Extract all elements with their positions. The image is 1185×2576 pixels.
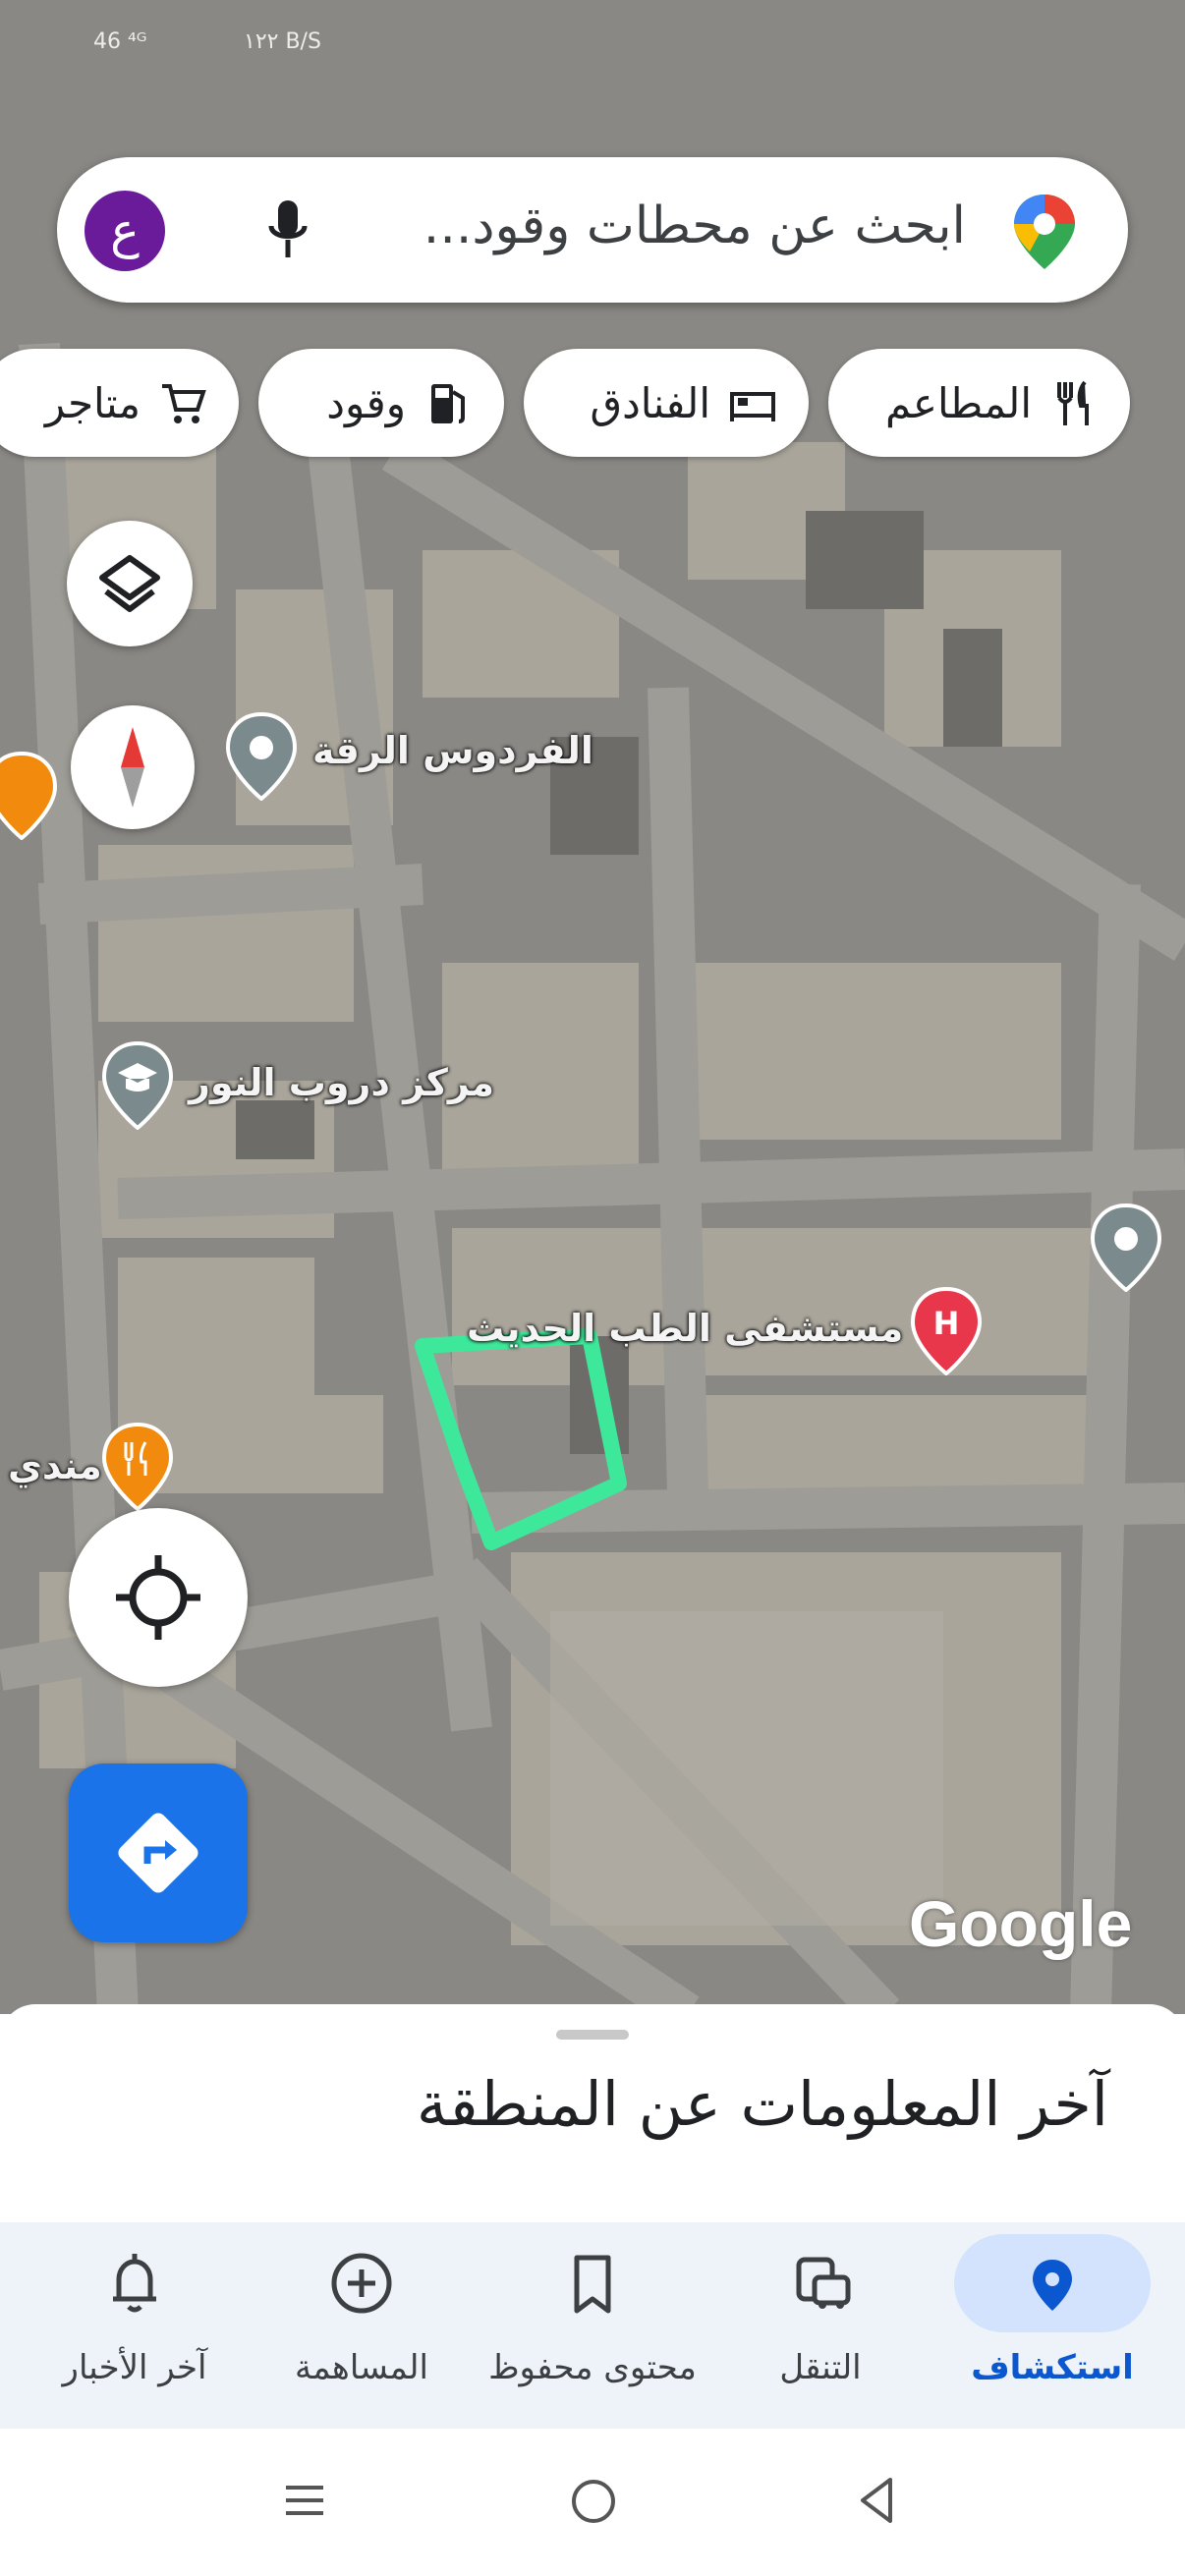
place-label[interactable]: مندي	[8, 1444, 102, 1487]
hotel-icon	[730, 392, 775, 421]
layers-button[interactable]	[67, 521, 193, 646]
my-location-button[interactable]	[69, 1508, 248, 1687]
place-pin-icon[interactable]	[1089, 1204, 1163, 1292]
back-icon[interactable]	[853, 2474, 902, 2527]
status-network: 46 ⁴ᴳ	[93, 29, 147, 54]
commute-icon	[796, 2257, 851, 2309]
nav-label: آخر الأخبار	[62, 2348, 207, 2387]
google-attribution: Google	[909, 1887, 1133, 1960]
crosshair-icon	[116, 1555, 200, 1640]
place-pin-icon[interactable]	[224, 712, 299, 801]
restaurant-pin-icon[interactable]	[100, 1423, 175, 1511]
place-label[interactable]: مركز دروب النور	[189, 1061, 494, 1104]
search-bar[interactable]: ابحث عن محطات وقود... ع	[57, 157, 1128, 303]
nav-explore[interactable]: استكشاف	[939, 2222, 1165, 2429]
status-bar: 46 ⁴ᴳ ١٢٢ B/S	[0, 0, 1185, 108]
nav-saved[interactable]: محتوى محفوظ	[480, 2222, 705, 2429]
hospital-pin-icon[interactable]: H	[909, 1287, 984, 1375]
mic-icon[interactable]	[263, 196, 312, 265]
cart-icon	[162, 384, 206, 423]
chip-shopping[interactable]: متاجر	[0, 349, 239, 457]
chip-label: المطاعم	[884, 378, 1032, 427]
chip-gas[interactable]: وقود	[258, 349, 504, 457]
nav-label: استكشاف	[971, 2348, 1134, 2387]
restaurant-pin-icon[interactable]	[0, 752, 59, 840]
maps-logo-icon	[1014, 195, 1075, 269]
sheet-drag-handle[interactable]	[556, 2030, 629, 2040]
chip-label: وقود	[326, 378, 406, 427]
restaurant-icon	[1057, 380, 1089, 425]
system-nav-bar	[0, 2429, 1185, 2576]
chip-label: الفنادق	[590, 378, 710, 427]
chip-hotels[interactable]: الفنادق	[524, 349, 809, 457]
nav-contribute[interactable]: المساهمة	[249, 2222, 475, 2429]
nav-commute[interactable]: التنقل	[707, 2222, 933, 2429]
compass-button[interactable]	[71, 705, 195, 829]
explore-pin-icon	[1033, 2260, 1072, 2311]
directions-icon	[118, 1813, 198, 1893]
directions-button[interactable]	[69, 1764, 248, 1942]
recent-apps-icon[interactable]	[280, 2476, 329, 2525]
home-icon[interactable]	[568, 2476, 619, 2527]
search-input[interactable]: ابحث عن محطات وقود...	[423, 196, 966, 255]
avatar[interactable]: ع	[85, 191, 165, 271]
gas-station-icon	[431, 384, 465, 423]
compass-icon	[121, 727, 144, 808]
nav-updates[interactable]: آخر الأخبار	[22, 2222, 248, 2429]
svg-text:H: H	[933, 1305, 960, 1342]
place-label[interactable]: الفردوس الرقة	[312, 729, 593, 772]
school-pin-icon[interactable]	[100, 1041, 175, 1130]
place-label[interactable]: مستشفى الطب الحديث	[467, 1307, 903, 1350]
layers-icon	[99, 555, 160, 612]
bookmark-icon	[574, 2255, 611, 2314]
nav-label: التنقل	[779, 2348, 862, 2387]
nav-active-indicator	[954, 2234, 1151, 2332]
bottom-nav: استكشاف التنقل محتوى محفوظ المساهمة آخر …	[0, 2222, 1185, 2429]
chip-label: متاجر	[44, 378, 141, 427]
add-circle-icon	[331, 2253, 392, 2314]
nav-label: محتوى محفوظ	[488, 2348, 697, 2387]
map-view[interactable]: 46 ⁴ᴳ ١٢٢ B/S ابحث عن محطات وقود... ع ال…	[0, 0, 1185, 2014]
bell-icon	[113, 2254, 156, 2313]
nav-label: المساهمة	[295, 2348, 428, 2387]
sheet-title: آخر المعلومات عن المنطقة	[416, 2068, 1108, 2140]
status-speed: ١٢٢ B/S	[244, 29, 321, 54]
chip-restaurants[interactable]: المطاعم	[828, 349, 1130, 457]
bottom-sheet[interactable]: آخر المعلومات عن المنطقة	[0, 2004, 1185, 2230]
